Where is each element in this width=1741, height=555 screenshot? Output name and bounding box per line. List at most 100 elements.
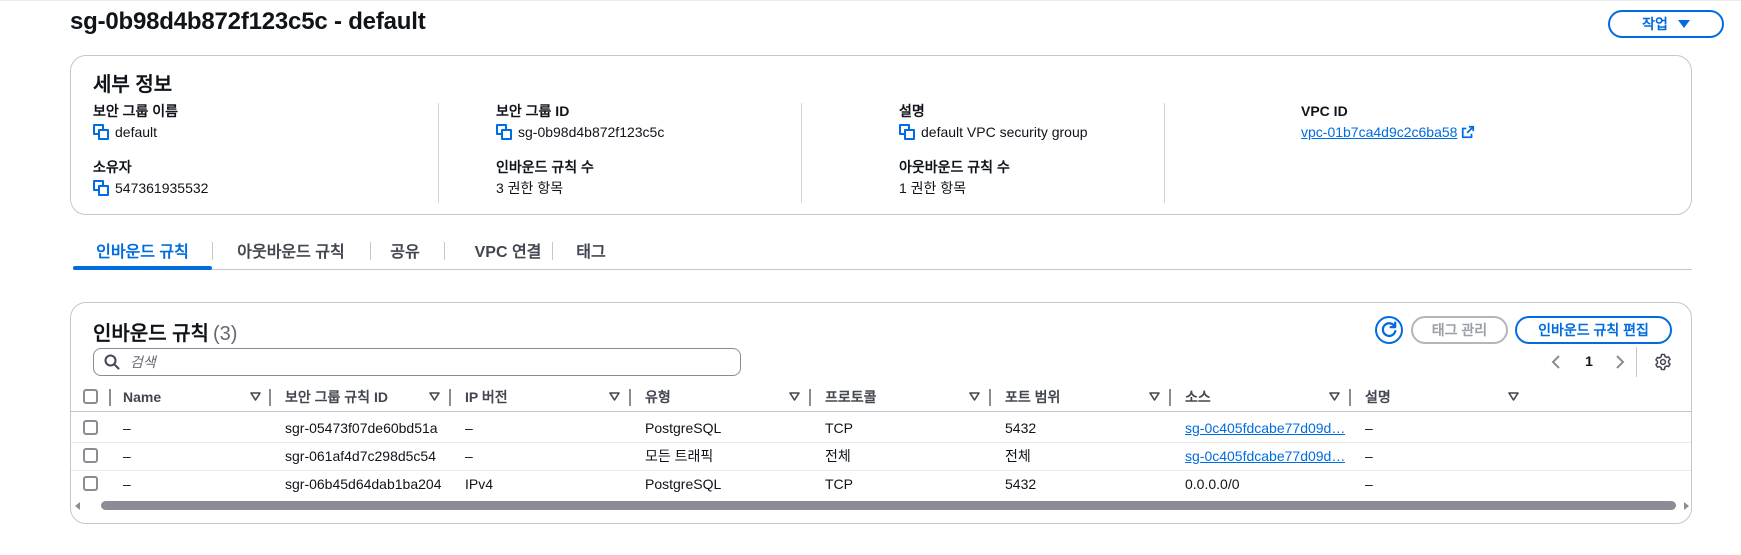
field-label: 아웃바운드 규칙 수	[899, 159, 1010, 175]
column-header-name[interactable]: Name	[123, 383, 161, 411]
vpc-id-link[interactable]: vpc-01b7ca4d9c2c6ba58	[1301, 123, 1457, 141]
sg-id-value: sg-0b98d4b872f123c5c	[518, 124, 665, 140]
field-label: 소유자	[93, 159, 132, 175]
caret-down-icon	[1677, 20, 1690, 28]
tab-separator	[444, 242, 445, 260]
cell-source-link[interactable]: sg-0c405fdcabe77d09d…	[1185, 441, 1345, 471]
row-checkbox[interactable]	[83, 420, 98, 435]
inbound-count-value: 3 권한 항목	[496, 180, 564, 196]
column-header-port-range[interactable]: 포트 범위	[1005, 383, 1060, 411]
cell-type: PostgreSQL	[645, 420, 722, 436]
sort-icon[interactable]	[1508, 392, 1519, 402]
cell-port-range: 5432	[1005, 420, 1037, 436]
pagination: 1	[1549, 349, 1629, 375]
field-value: sg-0b98d4b872f123c5c	[496, 123, 664, 141]
scroll-left-icon[interactable]	[75, 502, 80, 510]
tab-outbound-rules[interactable]: 아웃바운드 규칙	[219, 230, 363, 270]
details-title: 세부 정보	[93, 74, 173, 96]
sort-icon[interactable]	[789, 392, 800, 402]
details-panel: 세부 정보 보안 그룹 이름 default 보안 그룹 ID sg-0b98d…	[70, 55, 1692, 215]
copy-icon[interactable]	[93, 124, 109, 140]
owner-value: 547361935532	[115, 180, 209, 196]
field-outbound-count: 아웃바운드 규칙 수 1 권한 항목	[899, 158, 1010, 197]
copy-icon[interactable]	[496, 124, 512, 140]
chevron-left-icon[interactable]	[1549, 354, 1563, 370]
select-all-checkbox[interactable]	[83, 389, 98, 404]
search-icon	[104, 354, 120, 370]
tab-inbound-rules[interactable]: 인바운드 규칙	[73, 230, 212, 270]
scroll-right-icon[interactable]	[1684, 502, 1689, 510]
external-link-icon	[1462, 125, 1475, 139]
current-page[interactable]: 1	[1579, 353, 1599, 369]
cell-ip-version: –	[465, 420, 473, 436]
tab-separator	[552, 242, 553, 260]
field-value: default VPC security group	[899, 123, 1088, 141]
field-label: 인바운드 규칙 수	[496, 159, 594, 175]
column-header-protocol[interactable]: 프로토콜	[825, 383, 877, 411]
sort-icon[interactable]	[250, 392, 261, 402]
sort-icon[interactable]	[429, 392, 440, 402]
row-checkbox[interactable]	[83, 476, 98, 491]
cell-protocol: TCP	[825, 420, 853, 436]
actions-label: 작업	[1642, 16, 1668, 32]
column-separator	[1349, 389, 1351, 406]
scrollbar-thumb[interactable]	[101, 501, 1676, 510]
edit-inbound-rules-button[interactable]: 인바운드 규칙 편집	[1515, 316, 1672, 344]
sg-name-value: default	[115, 124, 158, 140]
tab-separator	[212, 242, 213, 260]
cell-ip-version: IPv4	[465, 476, 494, 492]
cell-port-range: 전체	[1005, 448, 1031, 464]
description-value: default VPC security group	[921, 124, 1088, 140]
search-input[interactable]	[128, 353, 728, 371]
cell-ip-version: –	[465, 448, 473, 464]
copy-icon[interactable]	[899, 124, 915, 140]
pager-divider	[1636, 347, 1637, 377]
column-header-description[interactable]: 설명	[1365, 383, 1391, 411]
cell-source: 0.0.0.0/0	[1185, 476, 1240, 492]
active-tab-indicator	[73, 266, 212, 270]
cell-source-link[interactable]: sg-0c405fdcabe77d09d…	[1185, 413, 1345, 443]
cell-port-range: 5432	[1005, 476, 1037, 492]
column-divider	[1164, 103, 1165, 203]
cell-rule-id: sgr-05473f07de60bd51a	[285, 420, 438, 436]
tab-tags[interactable]: 태그	[559, 230, 623, 270]
sort-icon[interactable]	[1329, 392, 1340, 402]
column-header-type[interactable]: 유형	[645, 383, 671, 411]
refresh-button[interactable]	[1375, 316, 1403, 344]
column-separator	[809, 389, 811, 406]
cell-rule-id: sgr-06b45d64dab1ba204	[285, 476, 442, 492]
field-label: 보안 그룹 ID	[496, 103, 570, 119]
gear-icon[interactable]	[1654, 353, 1672, 371]
tab-bar: 인바운드 규칙 아웃바운드 규칙 공유 VPC 연결 태그	[73, 230, 1692, 270]
field-owner: 소유자 547361935532	[93, 158, 208, 197]
horizontal-scrollbar[interactable]	[71, 499, 1691, 513]
column-divider	[801, 103, 802, 203]
copy-icon[interactable]	[93, 180, 109, 196]
table-row[interactable]: – sgr-05473f07de60bd51a – PostgreSQL TCP…	[71, 413, 1691, 443]
rules-count: (3)	[212, 323, 238, 345]
tab-vpc-associations[interactable]: VPC 연결	[453, 230, 563, 270]
column-header-ip-version[interactable]: IP 버전	[465, 383, 508, 411]
table-row[interactable]: – sgr-06b45d64dab1ba204 IPv4 PostgreSQL …	[71, 469, 1691, 499]
field-label: 설명	[899, 103, 925, 119]
sort-icon[interactable]	[1149, 392, 1160, 402]
table-row[interactable]: – sgr-061af4d7c298d5c54 – 모든 트래픽 전체 전체 s…	[71, 441, 1691, 471]
column-header-rule-id[interactable]: 보안 그룹 규칙 ID	[285, 383, 388, 411]
row-checkbox[interactable]	[83, 448, 98, 463]
search-field[interactable]	[93, 348, 741, 376]
field-value: 547361935532	[93, 179, 208, 197]
tab-sharing[interactable]: 공유	[378, 230, 432, 270]
field-vpc-id: VPC ID vpc-01b7ca4d9c2c6ba58	[1301, 102, 1475, 141]
field-sg-id: 보안 그룹 ID sg-0b98d4b872f123c5c	[496, 102, 664, 141]
sort-icon[interactable]	[609, 392, 620, 402]
chevron-right-icon[interactable]	[1613, 354, 1627, 370]
column-separator	[269, 389, 271, 406]
top-divider	[0, 0, 1741, 1]
cell-description: –	[1365, 476, 1373, 492]
manage-tags-button[interactable]: 태그 관리	[1411, 316, 1508, 344]
tab-separator	[370, 242, 371, 260]
sort-icon[interactable]	[969, 392, 980, 402]
column-header-source[interactable]: 소스	[1185, 383, 1211, 411]
actions-button[interactable]: 작업	[1608, 10, 1724, 38]
rules-heading: 인바운드 규칙 (3)	[93, 317, 237, 346]
